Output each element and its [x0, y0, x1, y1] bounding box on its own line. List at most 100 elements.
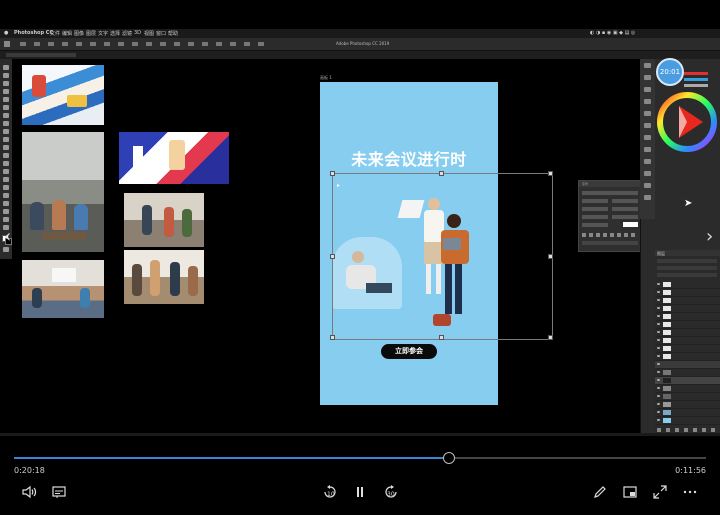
layer-row-selected[interactable]	[655, 377, 720, 385]
type-tool-icon[interactable]	[3, 193, 9, 198]
pen-tool-icon[interactable]	[3, 185, 9, 190]
lock-controls[interactable]	[657, 273, 717, 277]
menu-view[interactable]: 视图	[144, 30, 154, 37]
magic-wand-tool-icon[interactable]	[3, 97, 9, 102]
document-tab[interactable]	[6, 53, 76, 57]
color-wheel[interactable]	[657, 92, 717, 152]
marquee-tool-icon[interactable]	[3, 81, 9, 86]
properties-panel-icon[interactable]	[644, 75, 651, 80]
transform-handle[interactable]	[548, 335, 553, 340]
skip-forward-30-button[interactable]: 30	[383, 484, 399, 500]
options-controls[interactable]	[20, 42, 270, 46]
blur-tool-icon[interactable]	[3, 169, 9, 174]
app-menu[interactable]: Photoshop CC	[14, 30, 53, 36]
tool-preset-icon[interactable]	[4, 41, 10, 47]
layer-row[interactable]	[655, 353, 720, 361]
progress-thumb[interactable]	[443, 452, 455, 464]
color-slider-blue[interactable]	[684, 78, 708, 81]
transform-handle[interactable]	[439, 171, 444, 176]
glyphs-panel-icon[interactable]	[644, 159, 651, 164]
language-select[interactable]	[582, 241, 638, 245]
transform-bounding-box[interactable]	[330, 171, 553, 340]
layer-row[interactable]	[655, 305, 720, 313]
cta-button[interactable]: 立即参会	[381, 344, 437, 359]
annotate-button[interactable]	[592, 484, 608, 500]
layer-row[interactable]	[655, 417, 720, 425]
layer-row[interactable]	[655, 409, 720, 417]
layers-panel[interactable]: 图层	[655, 250, 720, 435]
subtitles-button[interactable]	[51, 484, 67, 500]
gradient-tool-icon[interactable]	[3, 161, 9, 166]
baseline-shift-field[interactable]	[582, 223, 608, 227]
paragraph-panel-icon[interactable]	[644, 147, 651, 152]
menu-help[interactable]: 帮助	[168, 30, 178, 37]
transform-handle[interactable]	[330, 171, 335, 176]
layer-row[interactable]	[655, 385, 720, 393]
healing-tool-icon[interactable]	[3, 121, 9, 126]
menu-image[interactable]: 图像	[74, 30, 84, 37]
menu-select[interactable]: 选择	[110, 30, 120, 37]
history-brush-icon[interactable]	[3, 145, 9, 150]
eraser-tool-icon[interactable]	[3, 153, 9, 158]
horizontal-scale-field[interactable]	[612, 215, 638, 219]
menu-3d[interactable]: 3D	[134, 30, 141, 36]
menu-edit[interactable]: 编辑	[62, 30, 72, 37]
hand-tool-icon[interactable]	[3, 217, 9, 222]
character-panel-icon[interactable]	[644, 135, 651, 140]
menu-layer[interactable]: 图层	[86, 30, 96, 37]
transform-handle[interactable]	[548, 171, 553, 176]
leading-field[interactable]	[612, 199, 638, 203]
paths-panel-icon[interactable]	[644, 183, 651, 188]
history-panel-icon[interactable]	[644, 63, 651, 68]
text-color-swatch[interactable]	[623, 222, 638, 227]
previous-arrow-icon[interactable]: ‹	[4, 226, 11, 247]
layer-row[interactable]	[655, 401, 720, 409]
layer-panel-actions[interactable]	[657, 428, 717, 432]
pause-button[interactable]	[352, 484, 368, 500]
color-slider-gray[interactable]	[684, 84, 708, 87]
path-select-tool-icon[interactable]	[3, 201, 9, 206]
font-size-field[interactable]	[582, 199, 608, 203]
layer-row[interactable]	[655, 337, 720, 345]
dodge-tool-icon[interactable]	[3, 177, 9, 182]
transform-handle[interactable]	[439, 335, 444, 340]
shape-tool-icon[interactable]	[3, 209, 9, 214]
tracking-field[interactable]	[612, 207, 638, 211]
clone-source-panel-icon[interactable]	[644, 123, 651, 128]
menu-window[interactable]: 窗口	[156, 30, 166, 37]
layer-filter[interactable]	[657, 259, 717, 263]
text-style-buttons[interactable]	[582, 233, 638, 237]
font-family-select[interactable]	[582, 191, 638, 195]
character-panel[interactable]: 字符	[578, 180, 642, 252]
artboard-tool-icon[interactable]	[3, 73, 9, 78]
layer-row[interactable]	[655, 289, 720, 297]
stamp-tool-icon[interactable]	[3, 137, 9, 142]
brush-tool-icon[interactable]	[3, 129, 9, 134]
skip-back-10-button[interactable]: 10	[322, 484, 338, 500]
eyedropper-tool-icon[interactable]	[3, 113, 9, 118]
next-arrow-icon[interactable]: ›	[706, 226, 713, 247]
brush-panel-icon[interactable]	[644, 111, 651, 116]
quick-mask-icon[interactable]	[3, 247, 9, 252]
lasso-tool-icon[interactable]	[3, 89, 9, 94]
info-panel-icon[interactable]	[644, 87, 651, 92]
mini-view-button[interactable]	[622, 484, 638, 500]
layer-row[interactable]	[655, 313, 720, 321]
transform-handle[interactable]	[330, 335, 335, 340]
layer-row[interactable]	[655, 393, 720, 401]
transform-handle[interactable]	[330, 254, 335, 259]
volume-button[interactable]	[21, 484, 37, 500]
adjustments-panel-icon[interactable]	[644, 99, 651, 104]
layer-row[interactable]	[655, 369, 720, 377]
transform-handle[interactable]	[548, 254, 553, 259]
menu-file[interactable]: 文件	[50, 30, 60, 37]
layer-row[interactable]	[655, 281, 720, 289]
menu-filter[interactable]: 滤镜	[122, 30, 132, 37]
layer-row[interactable]	[655, 345, 720, 353]
layer-group-row[interactable]	[655, 361, 720, 369]
kerning-field[interactable]	[582, 207, 608, 211]
move-tool-icon[interactable]	[3, 65, 9, 70]
layer-row[interactable]	[655, 321, 720, 329]
apple-icon[interactable]: ●	[4, 30, 8, 36]
fullscreen-button[interactable]	[652, 484, 668, 500]
